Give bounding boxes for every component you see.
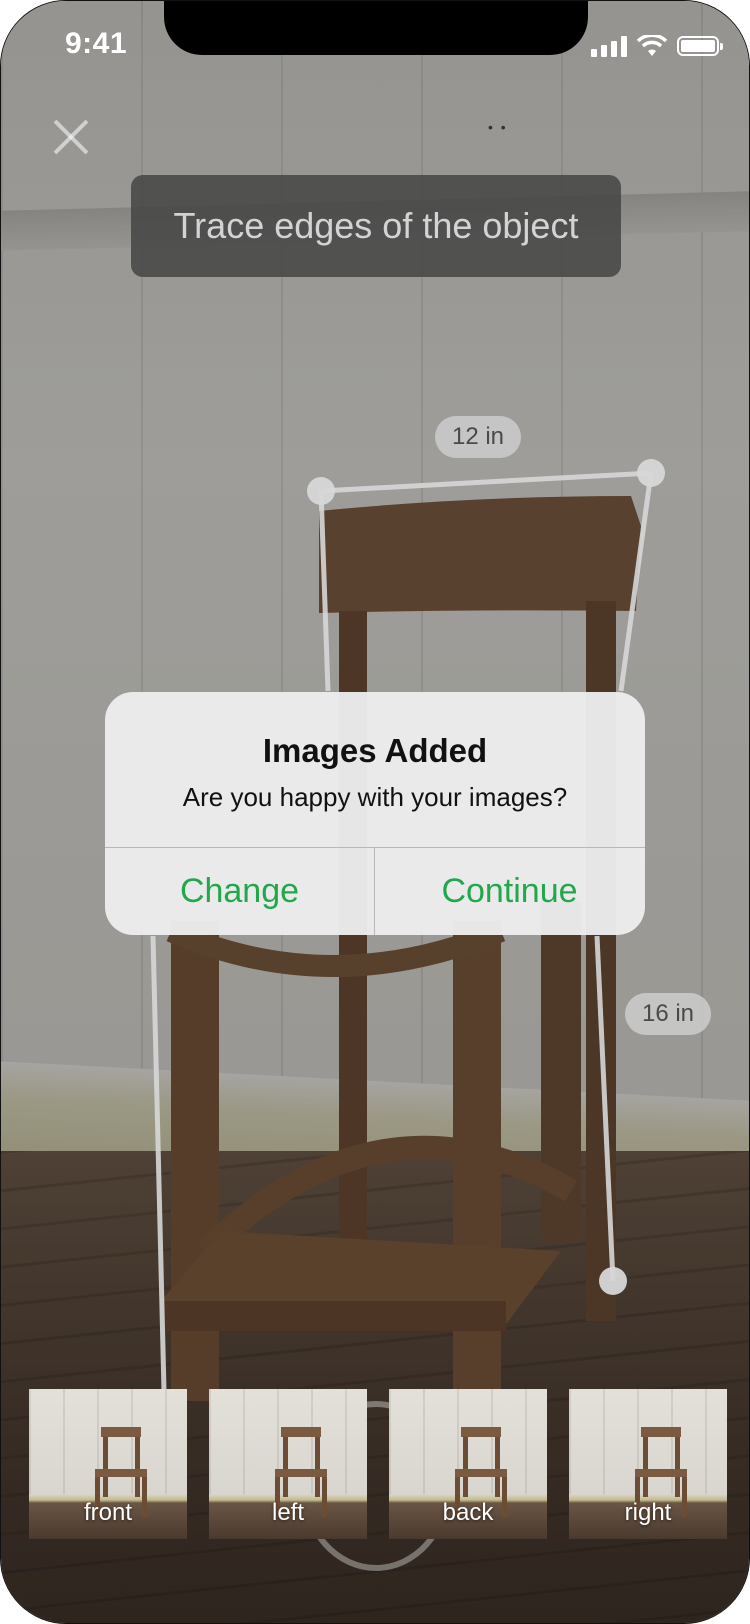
close-icon xyxy=(53,119,89,155)
thumbnail-left[interactable]: left xyxy=(209,1389,367,1539)
instruction-banner: Trace edges of the object xyxy=(131,175,621,277)
thumbnail-back[interactable]: back xyxy=(389,1389,547,1539)
status-icons xyxy=(591,35,723,57)
thumbnail-right[interactable]: right xyxy=(569,1389,727,1539)
alert-message: Are you happy with your images? xyxy=(182,782,568,812)
battery-icon xyxy=(677,36,723,56)
change-button[interactable]: Change xyxy=(105,848,374,935)
images-added-alert: Images Added Are you happy with your ima… xyxy=(105,692,645,935)
thumbnail-label: right xyxy=(624,1499,672,1526)
thumbnail-strip: front left back right xyxy=(29,1389,729,1539)
thumbnail-label: back xyxy=(442,1499,494,1526)
signal-icon xyxy=(591,35,627,57)
close-button[interactable] xyxy=(51,117,91,157)
phone-screen: 9:41 • • Trace edges of the object 12 in… xyxy=(0,0,750,1624)
measurement-width-label: 12 in xyxy=(435,416,521,458)
thumbnail-front[interactable]: front xyxy=(29,1389,187,1539)
device-notch xyxy=(164,1,588,55)
thumbnail-label: left xyxy=(271,1499,304,1526)
page-indicator: • • xyxy=(488,119,508,135)
measurement-height-label: 16 in xyxy=(625,993,711,1035)
thumbnail-label: front xyxy=(83,1499,133,1526)
status-time: 9:41 xyxy=(65,27,128,60)
alert-title: Images Added xyxy=(262,732,488,769)
wifi-icon xyxy=(637,35,667,56)
continue-button[interactable]: Continue xyxy=(375,848,644,935)
